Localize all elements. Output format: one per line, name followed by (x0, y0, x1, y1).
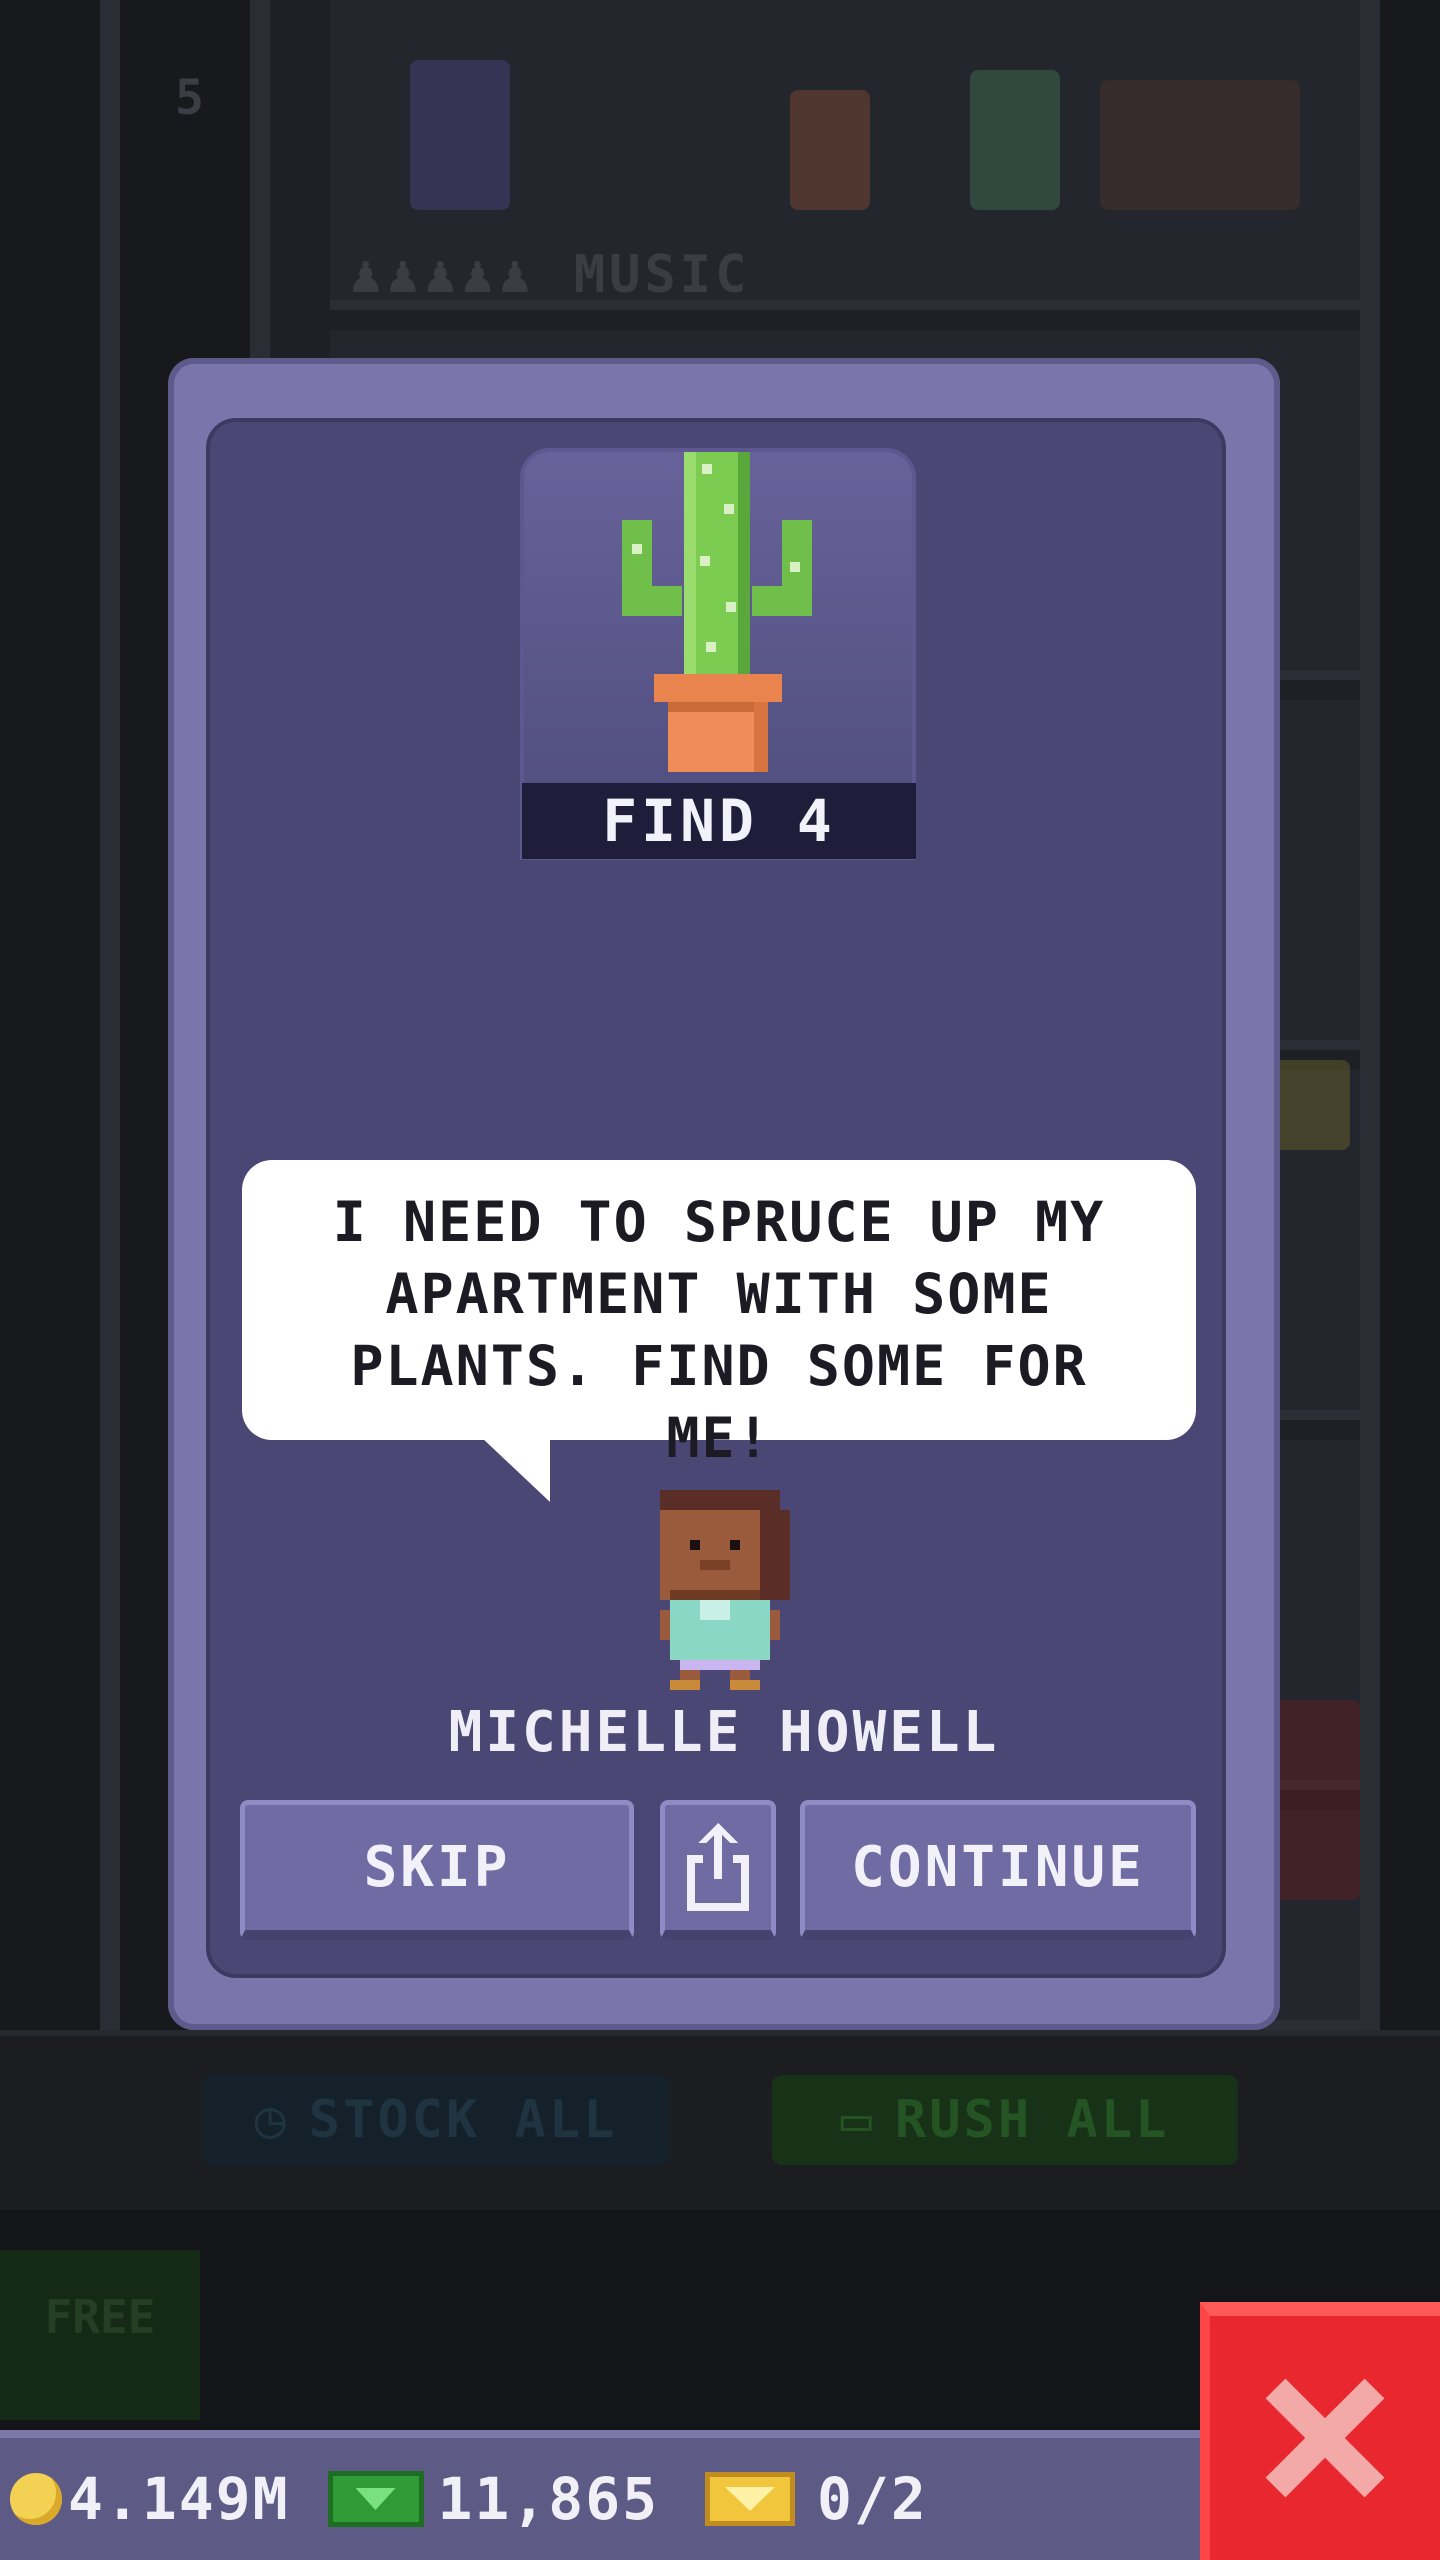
close-icon (1265, 2378, 1385, 2498)
clock-icon: ◷ (254, 2090, 289, 2150)
coins-stat[interactable]: 4.149M (0, 2465, 290, 2533)
stock-all-label: STOCK ALL (308, 2090, 618, 2150)
bux-icon (327, 2471, 424, 2527)
shop-item (1270, 1700, 1360, 1900)
cactus-icon (622, 452, 812, 772)
close-button[interactable] (1200, 2302, 1440, 2560)
shop-item (1270, 1060, 1350, 1150)
npc-avatar (660, 1490, 790, 1690)
stock-all-button[interactable]: ◷ STOCK ALL (202, 2075, 670, 2165)
skip-button[interactable]: SKIP (240, 1800, 634, 1940)
share-button[interactable] (660, 1800, 776, 1940)
currency-bar: 4.149M 11,865 0/2 (0, 2430, 1200, 2560)
free-bux-button[interactable]: FREE (0, 2250, 200, 2420)
golden-ticket-icon (705, 2472, 796, 2526)
bitizen-figure (970, 70, 1060, 210)
share-icon (687, 1822, 749, 1911)
goal-caption: FIND 4 (522, 783, 916, 859)
bitizen-figure (410, 60, 510, 210)
bux-value: 11,865 (437, 2465, 660, 2533)
npc-name: MICHELLE HOWELL (448, 1700, 1000, 1765)
skip-label: SKIP (363, 1835, 511, 1900)
free-label: FREE (44, 2290, 156, 2344)
tower-right-post (1360, 0, 1380, 2030)
bux-icon: ▭ (840, 2090, 875, 2150)
elevator-shaft (100, 0, 120, 2030)
bitizen-figure (790, 90, 870, 210)
bux-stat[interactable]: 11,865 (290, 2465, 660, 2533)
continue-label: CONTINUE (851, 1835, 1145, 1900)
floor-level-dots: ♟♟♟♟♟ (350, 245, 574, 305)
shop-furniture (1100, 80, 1300, 210)
rush-all-button[interactable]: ▭ RUSH ALL (772, 2075, 1238, 2165)
coin-icon (10, 2473, 62, 2525)
speech-bubble: I NEED TO SPRUCE UP MY APARTMENT WITH SO… (242, 1160, 1196, 1470)
rush-all-label: RUSH ALL (894, 2090, 1170, 2150)
tickets-value: 0/2 (817, 2465, 928, 2533)
floor-label: ♟♟♟♟♟ MUSIC (350, 245, 750, 305)
tickets-stat[interactable]: 0/2 (659, 2465, 928, 2533)
floor-number: 5 (175, 70, 204, 126)
coins-value: 4.149M (68, 2465, 290, 2533)
continue-button[interactable]: CONTINUE (800, 1800, 1196, 1940)
floor-name: MUSIC (573, 245, 751, 305)
